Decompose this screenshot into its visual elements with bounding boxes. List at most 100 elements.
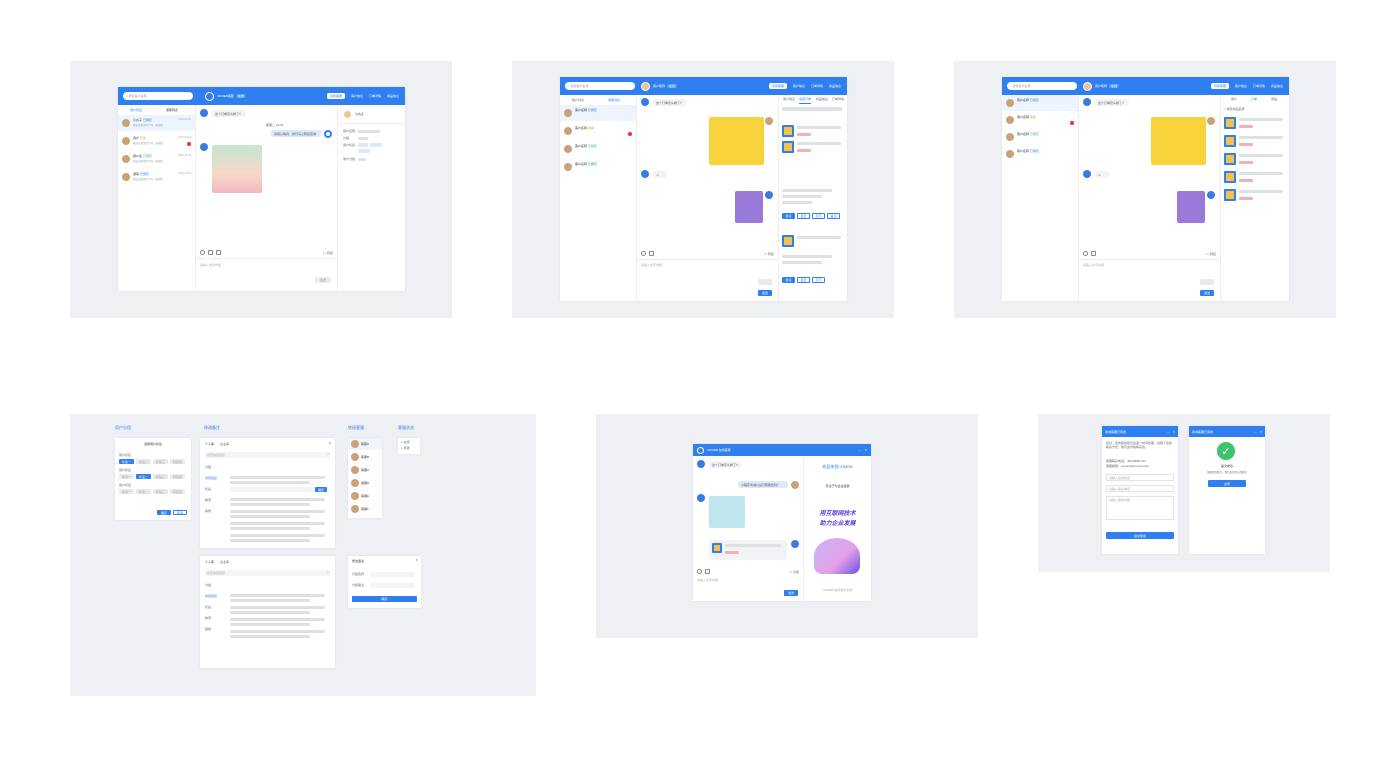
tag-chip[interactable]: 标签三 xyxy=(153,489,168,494)
nav-customer[interactable]: 客户信息 xyxy=(351,94,363,98)
tab-orders[interactable]: 订单 xyxy=(1251,97,1257,101)
cancel-button[interactable]: 取消 xyxy=(173,510,187,515)
group-item[interactable]: 售后 xyxy=(205,605,211,609)
image-message[interactable] xyxy=(709,496,745,528)
group-item[interactable]: 其他 xyxy=(205,627,211,631)
print-button[interactable]: 打印 xyxy=(812,213,825,219)
list-item[interactable]: 客户名称 游客 xyxy=(1002,112,1078,128)
tab-guests[interactable]: 游客列表 xyxy=(608,98,620,102)
search-icon[interactable]: ⌕ xyxy=(327,452,329,456)
nav-customer[interactable]: 客户信息 xyxy=(1235,84,1247,88)
nav-order[interactable]: 订单详情 xyxy=(369,94,381,98)
tag-chip[interactable]: 标签四 xyxy=(170,459,185,464)
tag-chip[interactable]: 标签四 xyxy=(170,489,185,494)
ok-button[interactable]: 确定 xyxy=(352,596,417,602)
tab-products[interactable]: 商品 xyxy=(1271,97,1277,101)
search-input[interactable]: ⌕ 搜索客户名称 xyxy=(1007,82,1077,90)
switch-button[interactable]: 切换客服 xyxy=(768,83,787,89)
search-input[interactable]: ⌕ 搜索客户名称 xyxy=(565,82,635,90)
tab-company[interactable]: 企业库 xyxy=(220,442,229,446)
nav-order[interactable]: 订单详情 xyxy=(1253,84,1265,88)
minimize-icon[interactable]: ─ xyxy=(1167,430,1169,434)
tab-products[interactable]: 商品信息 xyxy=(816,97,828,101)
image-message[interactable] xyxy=(709,117,764,165)
tab-guests[interactable]: 游客列表 xyxy=(166,108,178,112)
image-message[interactable] xyxy=(212,145,262,193)
transfer-button[interactable]: ⤺ 转接 xyxy=(764,252,774,256)
tab-info[interactable]: 客户信息 xyxy=(783,97,795,101)
list-item[interactable]: 客户名称 已绑定 xyxy=(1002,95,1078,111)
minimize-icon[interactable]: ─ xyxy=(858,448,860,452)
close-icon[interactable]: ✕ xyxy=(1172,430,1175,434)
list-item[interactable]: 游客 已绑定 我这边发货好了吗，谢谢您 2021-03-03 xyxy=(118,169,195,185)
emoji-icon[interactable] xyxy=(200,250,205,255)
tab-users[interactable]: 用户列表 xyxy=(572,98,584,102)
transfer-button[interactable]: ⤺ 转接 xyxy=(1206,252,1216,256)
staff-item[interactable]: 客服D xyxy=(348,477,382,489)
message-input[interactable]: 请输入文字内容 xyxy=(641,263,662,267)
search-input[interactable]: ⌕ 搜索客户名称 xyxy=(123,92,193,100)
tag-chip[interactable]: 标签一 xyxy=(119,474,134,479)
tag-chip[interactable]: 标签三 xyxy=(153,474,168,479)
reply-input[interactable] xyxy=(230,487,325,492)
save-button[interactable]: 确定 xyxy=(315,487,327,492)
nav-product[interactable]: 商品信息 xyxy=(829,84,841,88)
product-thumb[interactable] xyxy=(782,141,794,153)
tag-chip[interactable]: 标签一 xyxy=(119,489,134,494)
tag-chip[interactable] xyxy=(370,143,382,147)
tab-orders[interactable]: 交易订单 xyxy=(799,97,811,101)
message-input[interactable]: 请输入文字内容 xyxy=(200,263,221,267)
list-item[interactable]: 客户名称 已绑定 xyxy=(1002,146,1078,162)
image-message[interactable] xyxy=(1177,191,1205,223)
close-icon[interactable]: ✕ xyxy=(328,441,331,445)
tag-chip[interactable]: 标签二 xyxy=(136,459,151,464)
file-icon[interactable] xyxy=(216,250,221,255)
status-offline[interactable]: ● 离线 xyxy=(401,446,410,450)
field-input[interactable] xyxy=(370,572,415,577)
tab-personal[interactable]: 个人库 xyxy=(205,560,214,564)
group-item[interactable]: 其他 xyxy=(205,509,211,513)
nav-customer[interactable]: 客户信息 xyxy=(793,84,805,88)
switch-button[interactable]: 切换客服 xyxy=(1210,83,1229,89)
send-button[interactable]: 发送 xyxy=(758,290,772,296)
list-item[interactable]: 客户名称 已绑定 xyxy=(560,159,636,175)
image-icon[interactable] xyxy=(705,569,710,574)
list-item[interactable]: 小丸子 已绑定 我这边发货好了吗，谢谢您 2021-03-03 xyxy=(118,115,195,131)
close-icon[interactable]: ✕ xyxy=(415,558,418,562)
search-icon[interactable]: ⌕ xyxy=(327,570,329,574)
minimize-icon[interactable]: ─ xyxy=(1254,430,1256,434)
staff-item[interactable]: 客服B xyxy=(348,451,382,463)
group-item[interactable]: 售后 xyxy=(205,487,211,491)
refund-button[interactable]: 退款 xyxy=(797,213,810,219)
submit-button[interactable]: 提交留言 xyxy=(1106,532,1174,539)
tag-chip[interactable] xyxy=(358,143,368,147)
tab-detail[interactable]: 订单详情 xyxy=(832,97,844,101)
list-item[interactable]: 客户名称 已绑定 xyxy=(1002,129,1078,145)
tab-customer[interactable]: 客户 xyxy=(1231,97,1237,101)
tag-chip[interactable]: 标签三 xyxy=(153,459,168,464)
emoji-button[interactable]: ☺ 表情 xyxy=(789,570,799,574)
switch-button[interactable]: 切换客服 xyxy=(326,93,345,99)
image-icon[interactable] xyxy=(208,250,213,255)
emoji-icon[interactable] xyxy=(1083,251,1088,256)
tag-chip-selected[interactable]: 标签一 xyxy=(119,459,134,464)
message-input[interactable]: 请输入文字内容 xyxy=(697,578,718,582)
group-item[interactable]: 物流 xyxy=(205,498,211,502)
send-button[interactable]: 发送 xyxy=(784,590,798,596)
send-button[interactable]: 发送 xyxy=(315,277,331,283)
tag-chip-selected[interactable]: 标签二 xyxy=(136,474,151,479)
tag-chip[interactable]: 标签四 xyxy=(170,474,185,479)
list-item[interactable]: 客户名称 已绑定 xyxy=(560,141,636,157)
print-button[interactable]: 打印 xyxy=(812,277,825,283)
emoji-icon[interactable] xyxy=(641,251,646,256)
product-thumb[interactable] xyxy=(1224,171,1236,183)
product-thumb[interactable] xyxy=(782,235,794,247)
tab-users[interactable]: 用户列表 xyxy=(130,108,142,112)
image-message[interactable] xyxy=(1151,117,1206,165)
product-thumb[interactable] xyxy=(782,125,794,137)
image-icon[interactable] xyxy=(1091,251,1096,256)
tag-chip[interactable] xyxy=(358,149,370,153)
image-message[interactable] xyxy=(735,191,763,223)
product-thumb[interactable] xyxy=(1224,153,1236,165)
message-input[interactable]: 请输入文字内容 xyxy=(1083,263,1104,267)
